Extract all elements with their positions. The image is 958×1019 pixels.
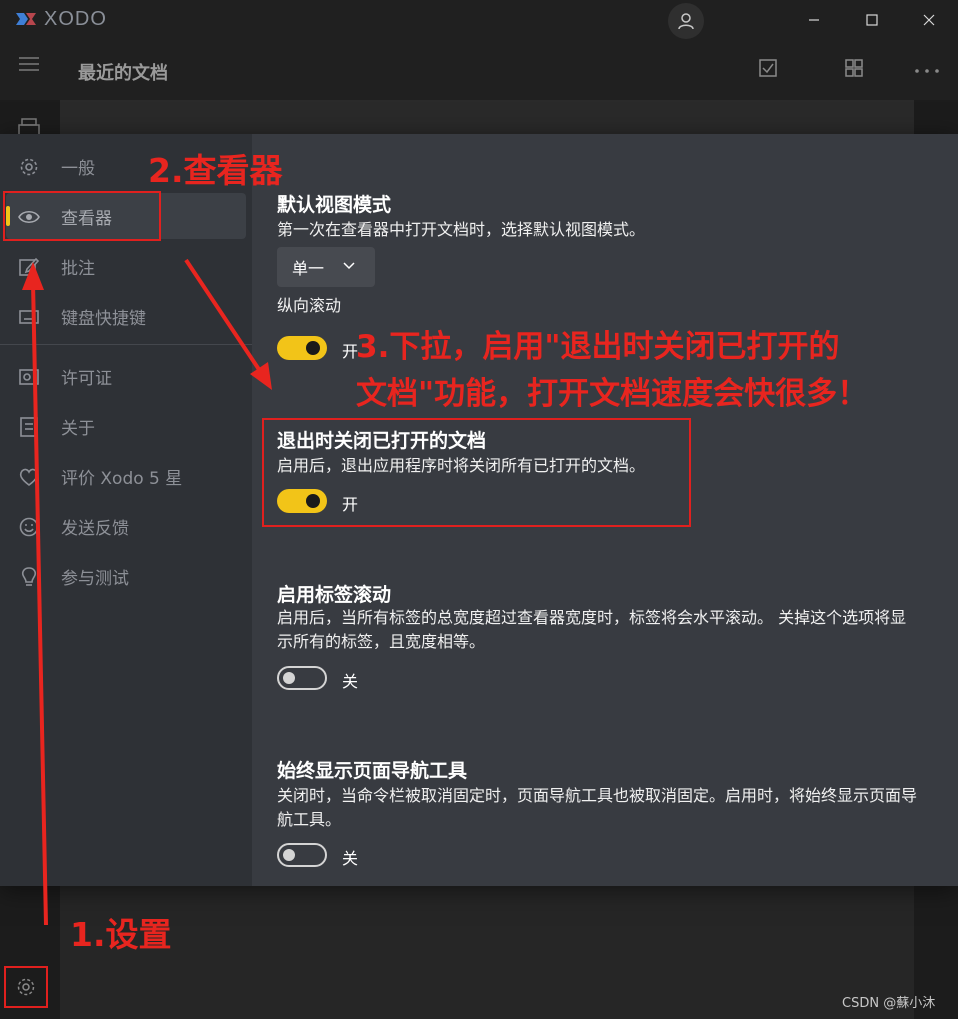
minimize-button[interactable]	[802, 8, 826, 32]
toggle-knob	[283, 672, 295, 684]
lightbulb-icon	[18, 566, 40, 588]
tab-scroll-desc: 启用后，当所有标签的总宽度超过查看器宽度时，标签将会水平滚动。 关掉这个选项将显…	[277, 608, 907, 651]
toggle-knob	[306, 341, 320, 355]
smiley-icon	[18, 516, 40, 538]
maximize-icon	[866, 14, 878, 26]
annotation-step3-line1: 3.下拉，启用"退出时关闭已打开的	[356, 329, 840, 365]
annotation-step1: 1.设置	[70, 915, 172, 954]
title-bar: XODO	[0, 0, 958, 40]
nav-item-annotation[interactable]: 批注	[0, 243, 252, 289]
nav-item-label: 评价 Xodo 5 星	[61, 469, 183, 489]
xodo-logo-icon	[16, 12, 36, 25]
close-icon	[923, 14, 935, 26]
app-logo: XODO	[14, 8, 107, 31]
nav-item-label: 一般	[61, 159, 95, 179]
nav-item-label: 许可证	[61, 369, 112, 389]
vertical-scroll-label: 纵向滚动	[277, 296, 342, 315]
view-mode-dropdown[interactable]: 单一	[277, 247, 375, 287]
page-nav-title: 始终显示页面导航工具	[277, 760, 468, 782]
more-options-icon[interactable]	[914, 68, 940, 74]
settings-button[interactable]	[4, 966, 48, 1008]
nav-item-label: 发送反馈	[61, 519, 129, 539]
gear-icon	[18, 156, 40, 178]
nav-item-about[interactable]: 关于	[0, 403, 252, 449]
vertical-scroll-toggle[interactable]	[277, 336, 327, 360]
tab-scroll-title: 启用标签滚动	[277, 584, 392, 606]
select-checkbox-icon[interactable]	[758, 58, 778, 78]
recent-documents-header	[60, 100, 914, 134]
annotation-step2: 2.查看器	[148, 151, 283, 190]
nav-item-label: 参与测试	[61, 569, 129, 589]
tab-scroll-toggle[interactable]	[277, 666, 327, 690]
hamburger-menu-icon[interactable]	[18, 56, 40, 72]
heart-icon	[18, 466, 40, 488]
nav-item-keyboard-shortcuts[interactable]: 键盘快捷键	[0, 293, 252, 339]
nav-item-beta[interactable]: 参与测试	[0, 553, 252, 599]
license-icon	[18, 366, 40, 388]
app-logo-text: XODO	[44, 8, 107, 30]
edit-pencil-icon	[18, 256, 40, 278]
tab-scroll-state: 关	[342, 672, 359, 691]
page-nav-state: 关	[342, 849, 359, 868]
view-mode-value: 单一	[292, 259, 325, 278]
maximize-button[interactable]	[860, 8, 884, 32]
annotation-box-viewer	[3, 191, 161, 241]
page-nav-toggle[interactable]	[277, 843, 327, 867]
nav-item-feedback[interactable]: 发送反馈	[0, 503, 252, 549]
grid-view-icon[interactable]	[844, 58, 864, 78]
user-icon	[678, 13, 694, 30]
default-view-title: 默认视图模式	[277, 194, 392, 216]
nav-item-license[interactable]: 许可证	[0, 353, 252, 399]
default-view-desc: 第一次在查看器中打开文档时，选择默认视图模式。	[277, 220, 646, 239]
nav-item-label: 键盘快捷键	[61, 309, 146, 329]
nav-item-rate[interactable]: 评价 Xodo 5 星	[0, 453, 252, 499]
gear-icon	[17, 978, 35, 996]
settings-nav: 一般 查看器 批注 键盘快捷键 许可证 关于 评价 Xodo 5 星 发送反馈 …	[0, 134, 252, 886]
nav-divider	[0, 344, 252, 345]
page-title: 最近的文档	[78, 63, 168, 84]
app-bar: 最近的文档	[0, 40, 958, 100]
nav-item-label: 关于	[61, 419, 95, 439]
annotation-box-close-on-exit	[262, 418, 691, 527]
minimize-icon	[809, 19, 819, 21]
page-nav-desc: 关闭时，当命令栏被取消固定时，页面导航工具也被取消固定。启用时，将始终显示页面导…	[277, 786, 918, 829]
toggle-knob	[283, 849, 295, 861]
watermark: CSDN @蘇小沐	[842, 996, 936, 1011]
nav-item-label: 批注	[61, 259, 95, 279]
annotation-step3-line2: 文档"功能，打开文档速度会快很多！	[356, 376, 869, 412]
keyboard-icon	[18, 306, 40, 328]
document-info-icon	[18, 416, 40, 438]
account-button[interactable]	[668, 3, 704, 39]
chevron-down-icon	[343, 262, 355, 270]
close-window-button[interactable]	[917, 8, 941, 32]
